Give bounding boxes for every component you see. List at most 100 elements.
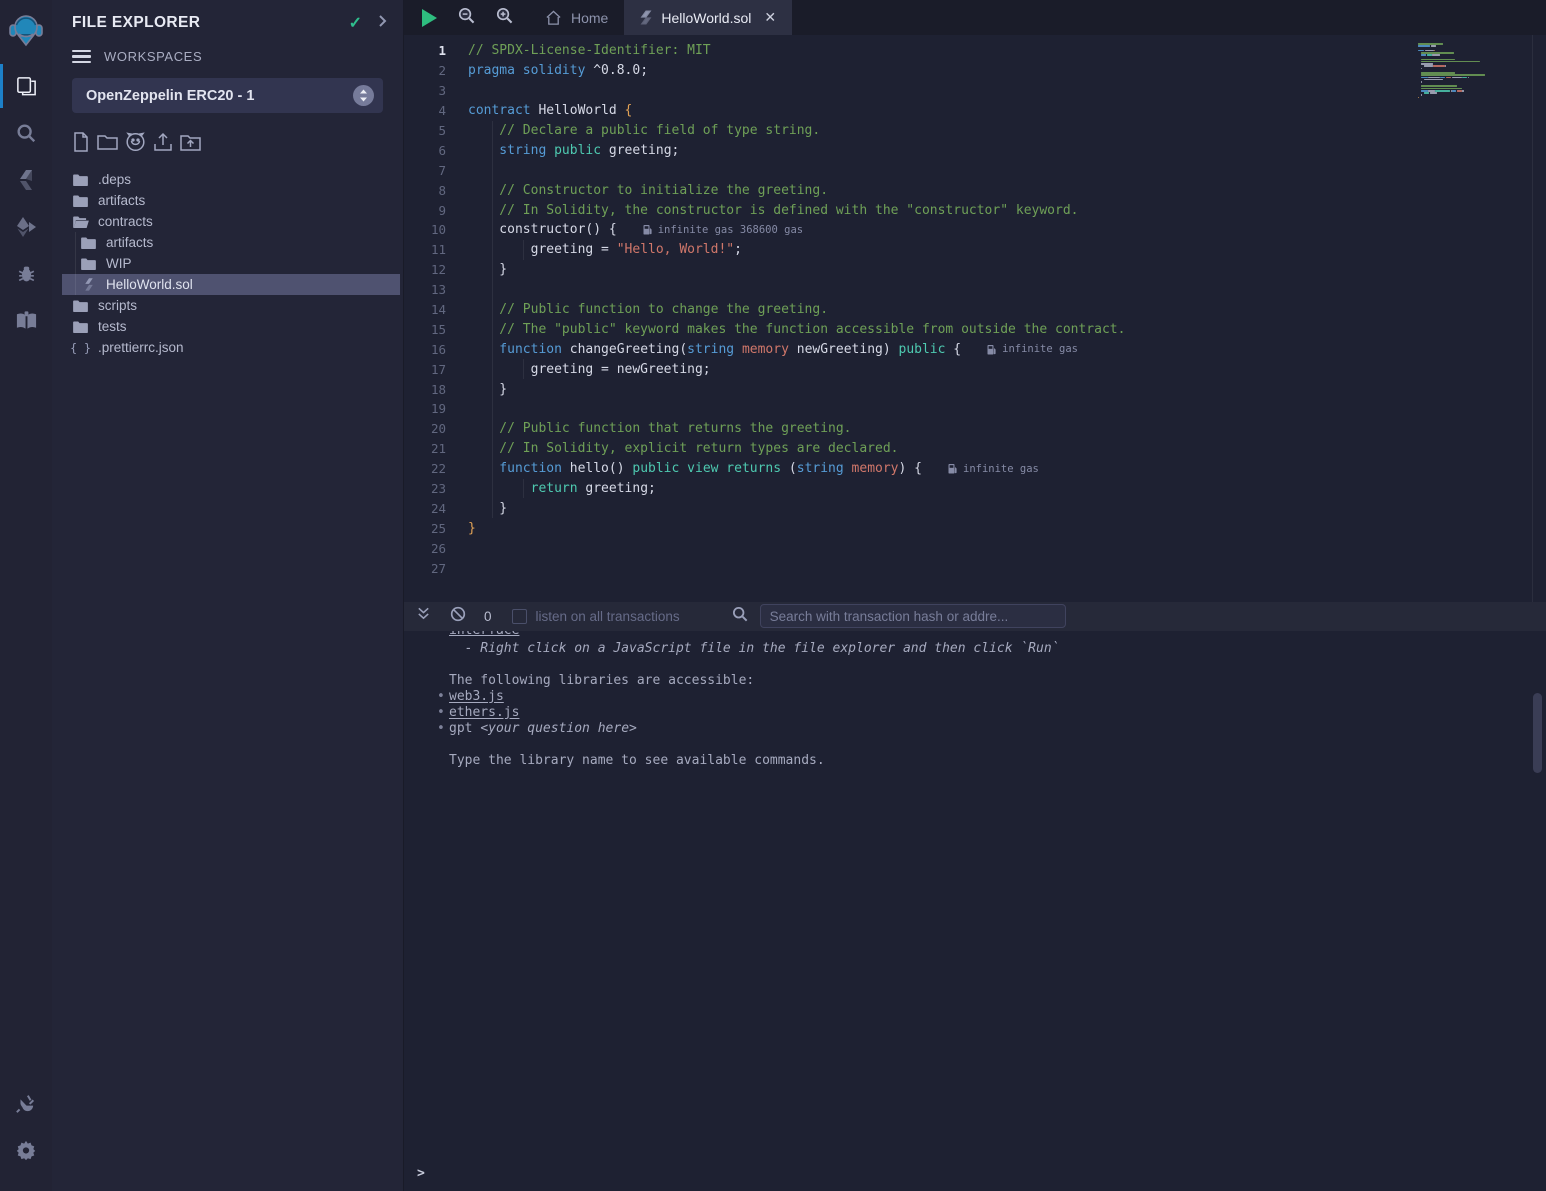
upload-icon[interactable] <box>153 132 173 157</box>
tree-item-helloworld-sol[interactable]: HelloWorld.sol <box>62 274 400 295</box>
settings-button[interactable] <box>0 1130 52 1170</box>
code-line-12[interactable]: 12 } <box>404 260 1546 280</box>
sidebar-item-search[interactable] <box>0 113 52 153</box>
code-line-10[interactable]: 10 constructor() {infinite gas 368600 ga… <box>404 220 1546 240</box>
code-line-25[interactable]: 25} <box>404 518 1546 538</box>
code-text: contract HelloWorld { <box>468 103 632 118</box>
terminal-clear-icon[interactable] <box>450 606 466 627</box>
solidity-icon <box>80 278 97 291</box>
terminal-output[interactable]: interface - Right click on a JavaScript … <box>404 631 1546 1191</box>
code-text: pragma solidity ^0.8.0; <box>468 63 648 78</box>
terminal-search-input[interactable] <box>760 604 1066 628</box>
deploy-run-icon <box>14 216 38 238</box>
terminal-line: •ethers.js <box>404 705 1546 721</box>
tree-item-artifacts[interactable]: artifacts <box>62 232 400 253</box>
code-editor[interactable]: 1// SPDX-License-Identifier: MIT2pragma … <box>404 35 1546 602</box>
tree-item--prettierrc-json[interactable]: { }.prettierrc.json <box>62 337 400 358</box>
new-folder-icon[interactable] <box>97 133 118 156</box>
code-line-23[interactable]: 23 return greeting; <box>404 479 1546 499</box>
sidebar-item-deploy-run[interactable] <box>0 207 52 247</box>
line-number: 20 <box>404 421 468 436</box>
tab-label: HelloWorld.sol <box>661 10 751 26</box>
code-line-17[interactable]: 17 greeting = newGreeting; <box>404 359 1546 379</box>
sidebar-item-file-explorer[interactable] <box>0 66 52 106</box>
activity-bar <box>0 0 52 1191</box>
tree-item-scripts[interactable]: scripts <box>62 295 400 316</box>
workspaces-menu-icon[interactable] <box>72 50 91 63</box>
code-line-6[interactable]: 6 string public greeting; <box>404 140 1546 160</box>
minimap[interactable] <box>1418 43 1510 103</box>
zoom-out-icon[interactable] <box>458 7 475 29</box>
terminal-link-web3-js[interactable]: web3.js <box>449 689 504 704</box>
line-number: 14 <box>404 302 468 317</box>
terminal-link-ethers-js[interactable]: ethers.js <box>449 705 519 720</box>
code-line-3[interactable]: 3 <box>404 81 1546 101</box>
code-line-26[interactable]: 26 <box>404 538 1546 558</box>
folder-icon <box>72 174 89 186</box>
code-line-1[interactable]: 1// SPDX-License-Identifier: MIT <box>404 41 1546 61</box>
code-line-9[interactable]: 9 // In Solidity, the constructor is def… <box>404 200 1546 220</box>
tab-helloworld-sol[interactable]: HelloWorld.sol ✕ <box>624 0 792 35</box>
terminal-collapse-icon[interactable] <box>416 606 431 626</box>
plugin-manager-button[interactable] <box>0 1083 52 1123</box>
tree-item-contracts[interactable]: contracts <box>62 211 400 232</box>
code-line-8[interactable]: 8 // Constructor to initialize the greet… <box>404 180 1546 200</box>
code-line-11[interactable]: 11 greeting = "Hello, World!"; <box>404 240 1546 260</box>
code-line-22[interactable]: 22 function hello() public view returns … <box>404 459 1546 479</box>
line-number: 4 <box>404 103 468 118</box>
indent-guide <box>492 339 493 359</box>
line-number: 22 <box>404 461 468 476</box>
run-script-button[interactable] <box>422 9 437 27</box>
collapse-panel-chevron-icon[interactable] <box>378 14 387 33</box>
line-number: 11 <box>404 242 468 257</box>
line-number: 13 <box>404 282 468 297</box>
code-line-15[interactable]: 15 // The "public" keyword makes the fun… <box>404 319 1546 339</box>
home-icon <box>545 10 562 26</box>
line-number: 7 <box>404 163 468 178</box>
code-line-14[interactable]: 14 // Public function to change the gree… <box>404 300 1546 320</box>
code-line-18[interactable]: 18 } <box>404 379 1546 399</box>
code-line-13[interactable]: 13 <box>404 280 1546 300</box>
tree-item--deps[interactable]: .deps <box>62 169 400 190</box>
terminal-line-clipped: interface <box>404 631 1546 641</box>
new-file-icon[interactable] <box>72 132 90 157</box>
tree-item-tests[interactable]: tests <box>62 316 400 337</box>
github-icon[interactable] <box>125 132 146 157</box>
code-line-2[interactable]: 2pragma solidity ^0.8.0; <box>404 61 1546 81</box>
editor-scrollbar-track[interactable] <box>1532 35 1533 602</box>
indent-guide <box>492 240 493 260</box>
zoom-in-icon[interactable] <box>496 7 513 29</box>
tree-item-wip[interactable]: WIP <box>62 253 400 274</box>
code-text: // Public function to change the greetin… <box>468 302 828 317</box>
terminal-prompt[interactable]: > <box>404 1166 1546 1191</box>
terminal-line: •gpt <your question here> <box>404 721 1546 737</box>
code-line-4[interactable]: 4contract HelloWorld { <box>404 101 1546 121</box>
code-line-7[interactable]: 7 <box>404 160 1546 180</box>
code-line-24[interactable]: 24 } <box>404 498 1546 518</box>
code-text: } <box>468 521 476 536</box>
folder-open-icon <box>72 216 89 228</box>
close-tab-icon[interactable]: ✕ <box>764 9 776 26</box>
learneth-icon <box>15 311 38 331</box>
tree-item-artifacts[interactable]: artifacts <box>62 190 400 211</box>
code-line-27[interactable]: 27 <box>404 558 1546 578</box>
listen-transactions-checkbox[interactable] <box>512 609 527 624</box>
sidebar-item-learneth[interactable] <box>0 301 52 341</box>
workspace-select[interactable]: OpenZeppelin ERC20 - 1 <box>72 78 383 113</box>
editor-toolbar-tabbar: Home HelloWorld.sol ✕ <box>404 0 1546 35</box>
code-line-20[interactable]: 20 // Public function that returns the g… <box>404 419 1546 439</box>
code-line-5[interactable]: 5 // Declare a public field of type stri… <box>404 121 1546 141</box>
terminal-scrollbar-thumb[interactable] <box>1533 693 1542 773</box>
panel-title: FILE EXPLORER <box>72 14 349 32</box>
code-line-21[interactable]: 21 // In Solidity, explicit return types… <box>404 439 1546 459</box>
code-line-19[interactable]: 19 <box>404 399 1546 419</box>
file-explorer-toolbar <box>52 113 403 167</box>
sidebar-item-solidity-compiler[interactable] <box>0 160 52 200</box>
load-folder-icon[interactable] <box>180 133 201 157</box>
remix-logo[interactable] <box>0 10 52 50</box>
tab-home[interactable]: Home <box>529 0 624 35</box>
code-text: return greeting; <box>468 481 656 496</box>
code-line-16[interactable]: 16 function changeGreeting(string memory… <box>404 339 1546 359</box>
code-text: constructor() { <box>468 222 617 237</box>
sidebar-item-debugger[interactable] <box>0 254 52 294</box>
